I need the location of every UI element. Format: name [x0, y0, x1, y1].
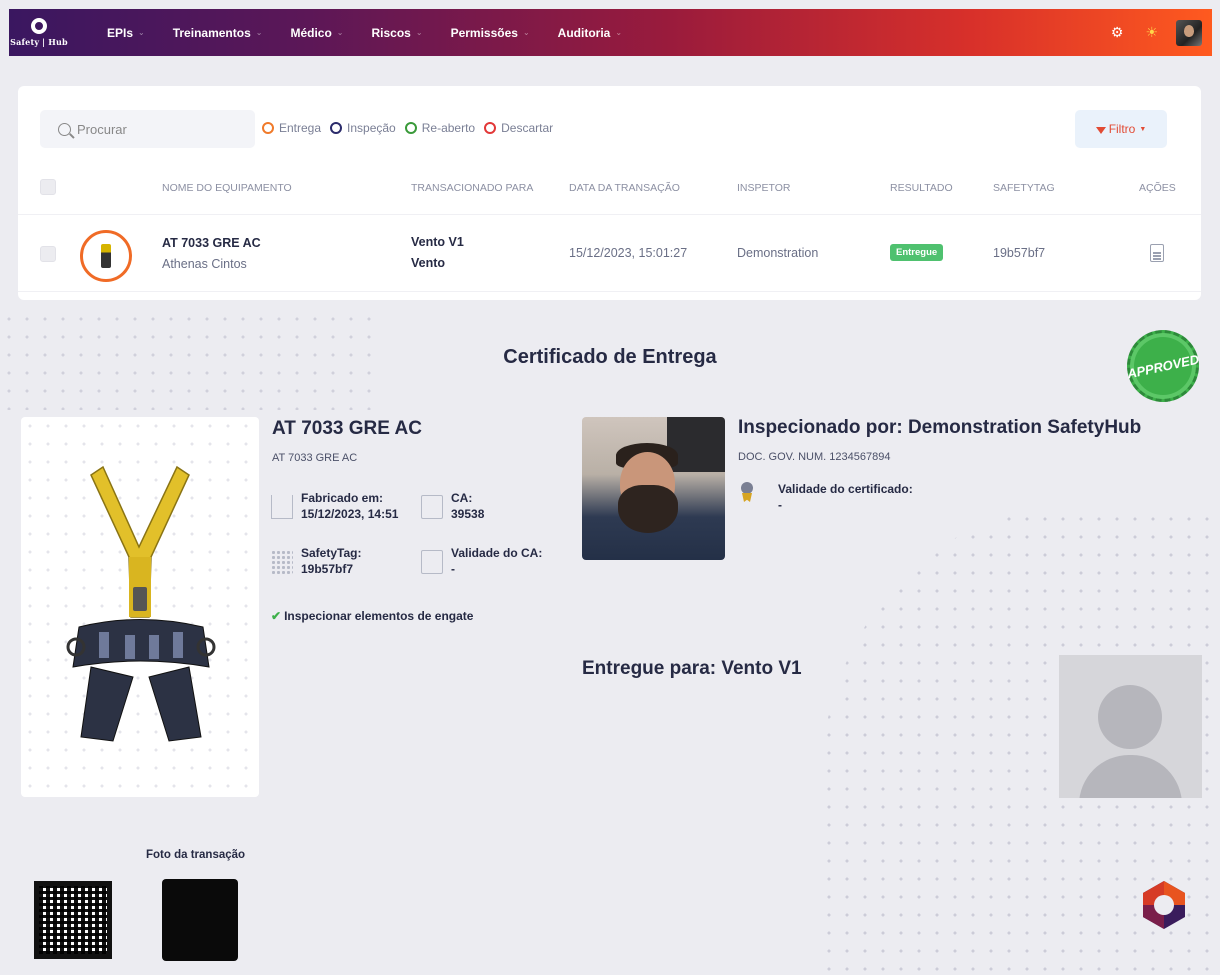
logo-icon [31, 18, 47, 34]
document-icon[interactable] [1150, 244, 1164, 262]
transaction-date: 15/12/2023, 15:01:27 [569, 246, 688, 260]
certificate-validity: Validade do certificado: - [738, 482, 913, 512]
certificate-title: Certificado de Entrega [503, 346, 717, 368]
safetyhub-logo[interactable]: Safety | Hub [9, 9, 69, 56]
select-all-checkbox[interactable] [40, 179, 56, 195]
filter-button[interactable]: Filtro ▼ [1075, 110, 1167, 148]
legend-reaberto[interactable]: Re-aberto [404, 121, 475, 135]
manufactured-value: 15/12/2023, 14:51 [301, 507, 399, 521]
inspection-check-item: ✔ Inspecionar elementos de engate [271, 609, 474, 623]
chevron-down-icon: ⌄ [615, 28, 623, 37]
transaction-photo-label: Foto da transação [146, 849, 246, 861]
safetytag-cert-value: 19b57bf7 [301, 562, 354, 576]
factory-icon [271, 495, 293, 519]
safetyhub-corner-logo-icon [1143, 881, 1185, 929]
status-badge: Entregue [890, 244, 944, 261]
inspector-photo [582, 417, 725, 560]
col-nome[interactable]: Nome do equipamento [162, 182, 292, 194]
nav-item-epis[interactable]: EPIs ⌄ [107, 26, 145, 40]
certificate-equipment-model: AT 7033 GRE AC [272, 452, 358, 464]
safetytag-info: SafetyTag: 19b57bf7 [271, 546, 361, 576]
qr-code [34, 881, 112, 959]
transacted-to-company: Vento [411, 256, 446, 270]
logo-text: Safety | Hub [10, 37, 68, 47]
col-data[interactable]: Data da transação [569, 182, 680, 194]
transacted-to-name: Vento V1 [411, 235, 464, 249]
ring-icon [484, 122, 497, 134]
safetytag-label: SafetyTag: [301, 546, 362, 560]
ring-icon [404, 122, 417, 134]
equipment-brand: Athenas Cintos [162, 257, 247, 271]
nav-item-treinamentos[interactable]: Treinamentos ⌄ [173, 26, 263, 40]
checkmark-icon: ✔ [271, 609, 282, 623]
caret-down-icon: ▼ [1139, 125, 1147, 133]
equipment-name[interactable]: AT 7033 GRE AC [162, 236, 261, 250]
chevron-down-icon: ⌄ [255, 28, 263, 37]
chevron-down-icon: ⌄ [336, 28, 344, 37]
ca-validity-value: - [451, 562, 455, 576]
funnel-icon [1095, 126, 1106, 134]
search-input[interactable] [77, 121, 237, 137]
chevron-down-icon: ⌄ [415, 28, 423, 37]
row-checkbox[interactable] [40, 246, 56, 262]
col-acoes: Ações [1139, 182, 1176, 194]
ca-validity-label: Validade do CA: [451, 546, 543, 560]
manufactured-info: Fabricado em: 15/12/2023, 14:51 [271, 491, 398, 521]
table-row[interactable]: AT 7033 GRE AC Athenas Cintos Vento V1 V… [18, 214, 1201, 292]
clipboard-icon [421, 495, 443, 519]
equipment-image [21, 417, 259, 797]
recipient-photo-placeholder [1059, 655, 1202, 798]
col-transacionado[interactable]: Transacionado para [411, 182, 533, 194]
user-avatar[interactable] [1176, 19, 1202, 46]
certificate-equipment-name: AT 7033 GRE AC [272, 418, 422, 439]
chevron-down-icon: ⌄ [522, 28, 530, 37]
sun-icon[interactable]: ☀ [1145, 24, 1158, 41]
chevron-down-icon: ⌄ [138, 28, 145, 37]
status-legend: Entrega Inspeção Re-aberto Descartar [262, 121, 562, 135]
main-nav: EPIs ⌄ Treinamentos ⌄ Médico ⌄ Riscos ⌄ Perm… [107, 26, 650, 40]
col-safetytag[interactable]: Safetytag [993, 182, 1055, 194]
ca-label: CA: [451, 491, 473, 505]
inspected-by-title: Inspecionado por: Demonstration SafetyHu… [738, 417, 1142, 438]
safetytag-value: 19b57bf7 [993, 246, 1046, 260]
transaction-photo[interactable] [162, 879, 238, 961]
settings-icon[interactable]: ⚙ [1111, 24, 1124, 41]
ca-info: CA: 39538 [421, 491, 484, 521]
ca-value: 39538 [451, 507, 485, 521]
nav-item-riscos[interactable]: Riscos ⌄ [372, 26, 423, 40]
nav-item-auditoria[interactable]: Auditoria ⌄ [558, 26, 622, 40]
inspector-name: Demonstration [737, 246, 819, 260]
ring-icon [330, 122, 343, 134]
ca-validity-info: Validade do CA: - [421, 546, 542, 576]
legend-descartar[interactable]: Descartar [484, 121, 553, 135]
search-box[interactable] [40, 110, 255, 148]
cert-validity-value: - [778, 498, 782, 512]
qr-icon [271, 550, 293, 574]
inspector-document: DOC. GOV. NUM. 1234567894 [738, 451, 891, 463]
harness-illustration [66, 465, 216, 742]
manufactured-label: Fabricado em: [301, 491, 384, 505]
approved-stamp-icon: APPROVED [1120, 323, 1206, 409]
cert-validity-label: Validade do certificado: [778, 482, 913, 496]
search-icon [58, 122, 71, 136]
equipment-thumbnail [80, 230, 132, 282]
nav-item-permissoes[interactable]: Permissões ⌄ [451, 26, 530, 40]
col-inspetor[interactable]: Inspetor [737, 182, 790, 194]
transactions-card: Entrega Inspeção Re-aberto Descartar Fil… [18, 86, 1201, 300]
legend-inspecao[interactable]: Inspeção [330, 121, 396, 135]
nav-item-medico[interactable]: Médico ⌄ [290, 26, 343, 40]
legend-entrega[interactable]: Entrega [262, 121, 321, 135]
top-navbar: Safety | Hub EPIs ⌄ Treinamentos ⌄ Médico ⌄… [9, 9, 1212, 56]
ring-icon [262, 122, 274, 134]
col-resultado[interactable]: Resultado [890, 182, 953, 194]
clipboard-icon [421, 550, 443, 574]
medal-icon [738, 482, 756, 504]
delivered-to-title: Entregue para: Vento V1 [582, 658, 802, 679]
